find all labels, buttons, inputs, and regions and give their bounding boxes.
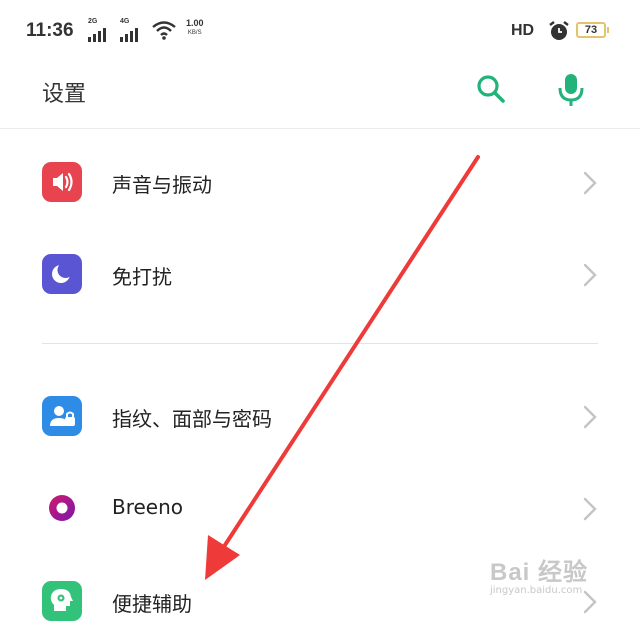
- baidu-jingyan-watermark: Bai 经验 jingyan.baidu.com: [490, 559, 589, 596]
- annotation-arrow: [205, 155, 480, 580]
